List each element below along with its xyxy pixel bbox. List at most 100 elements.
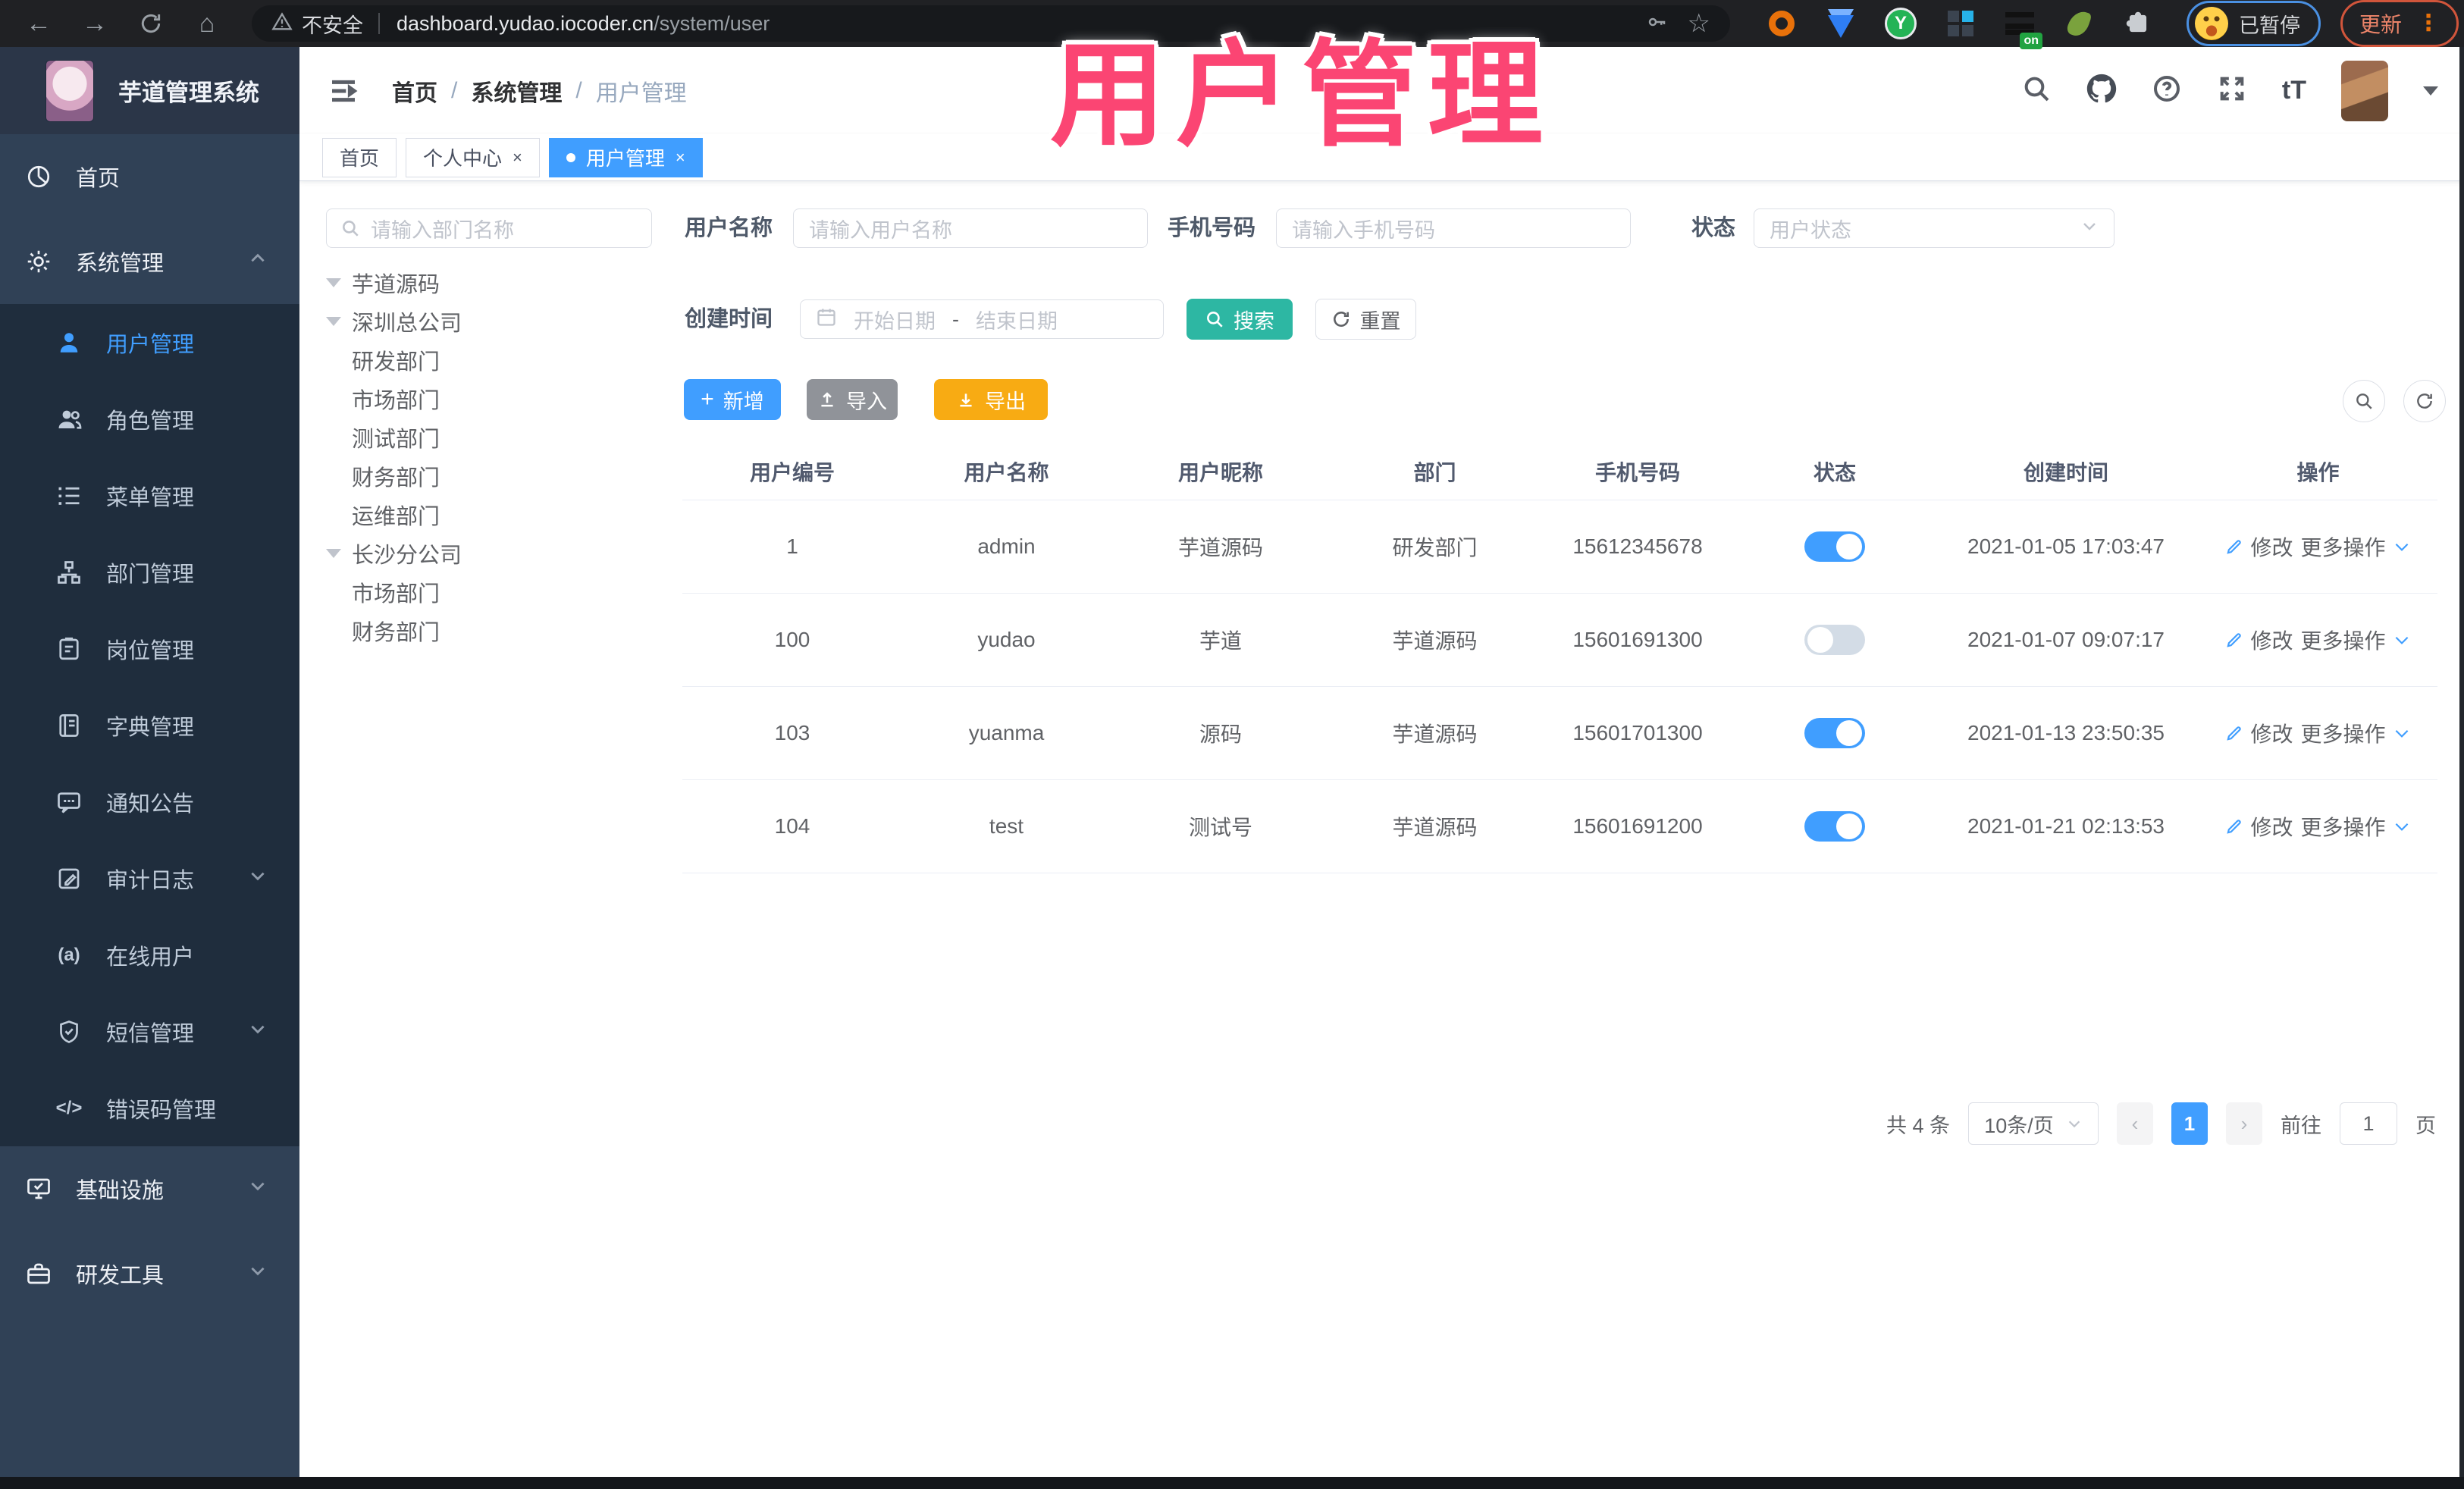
extension-grid-icon[interactable] xyxy=(1945,8,1976,39)
browser-home-icon[interactable]: ⌂ xyxy=(190,6,224,41)
import-button[interactable]: 导入 xyxy=(807,379,898,420)
next-page-button[interactable]: › xyxy=(2226,1102,2262,1145)
password-key-icon[interactable] xyxy=(1645,11,1668,37)
sidebar-item-notices[interactable]: 通知公告 xyxy=(0,763,299,840)
dept-search-input[interactable]: 请输入部门名称 xyxy=(326,208,652,248)
sidebar-item-home[interactable]: 首页 xyxy=(0,134,299,219)
prev-page-button[interactable]: ‹ xyxy=(2117,1102,2153,1145)
status-select[interactable]: 用户状态 xyxy=(1754,208,2114,248)
page-size-select[interactable]: 10条/页 xyxy=(1968,1102,2099,1145)
url-host[interactable]: dashboard.yudao.iocoder.cn xyxy=(397,12,654,36)
add-button[interactable]: + 新增 xyxy=(684,379,781,420)
extension-list-icon[interactable]: on xyxy=(2005,8,2042,49)
status-toggle[interactable] xyxy=(1804,811,1865,842)
pen-icon xyxy=(2227,820,2242,834)
font-size-icon[interactable]: tT xyxy=(2282,76,2306,105)
extension-green-icon[interactable]: Y xyxy=(1885,8,1917,39)
sidebar-item-posts[interactable]: 岗位管理 xyxy=(0,610,299,687)
sidebar-item-menus[interactable]: 菜单管理 xyxy=(0,457,299,534)
more-actions-dropdown[interactable]: 更多操作 xyxy=(2301,811,2412,842)
sidebar-item-dev-tools[interactable]: 研发工具 xyxy=(0,1231,299,1316)
code-icon: </> xyxy=(55,1097,83,1118)
help-icon[interactable] xyxy=(2152,74,2182,108)
browser-forward-icon[interactable]: → xyxy=(77,6,112,41)
username-label: 用户名称 xyxy=(685,216,773,240)
export-button[interactable]: 导出 xyxy=(934,379,1048,420)
tree-node[interactable]: 研发部门 xyxy=(326,340,675,379)
tab-profile[interactable]: 个人中心 × xyxy=(406,137,540,177)
username-input[interactable]: 请输入用户名称 xyxy=(793,208,1148,248)
extension-gem-icon[interactable] xyxy=(1826,8,1856,39)
bookmark-star-icon[interactable]: ☆ xyxy=(1688,8,1710,39)
mobile-input[interactable]: 请输入手机号码 xyxy=(1276,208,1631,248)
status-toggle[interactable] xyxy=(1804,718,1865,748)
github-icon[interactable] xyxy=(2086,74,2117,108)
sidebar-item-label: 部门管理 xyxy=(106,562,195,587)
id-badge-icon xyxy=(55,635,83,663)
tree-node[interactable]: 市场部门 xyxy=(326,379,675,418)
sidebar-item-sms[interactable]: 短信管理 xyxy=(0,993,299,1070)
not-secure-label[interactable]: 不安全 xyxy=(302,9,363,39)
tree-node[interactable]: 运维部门 xyxy=(326,495,675,534)
show-search-toggle-button[interactable] xyxy=(2343,380,2385,422)
close-tab-icon[interactable]: × xyxy=(513,148,522,168)
reset-button[interactable]: 重置 xyxy=(1315,299,1416,340)
tree-caret-icon[interactable] xyxy=(326,548,352,558)
not-secure-warning-icon xyxy=(271,11,293,36)
browser-menu-dots-icon[interactable]: ⋮ xyxy=(2417,12,2440,35)
status-toggle[interactable] xyxy=(1804,625,1865,655)
sidebar-item-error-codes[interactable]: </> 错误码管理 xyxy=(0,1070,299,1146)
refresh-table-button[interactable] xyxy=(2403,380,2446,422)
sidebar-item-dict[interactable]: 字典管理 xyxy=(0,687,299,763)
tree-node[interactable]: 财务部门 xyxy=(326,611,675,650)
more-actions-dropdown[interactable]: 更多操作 xyxy=(2301,718,2412,748)
tree-node[interactable]: 长沙分公司 xyxy=(326,534,675,572)
user-avatar[interactable] xyxy=(2341,60,2388,121)
tree-node[interactable]: 深圳总公司 xyxy=(326,302,675,340)
app-logo[interactable]: 芋道管理系统 xyxy=(0,47,299,134)
tree-caret-icon[interactable] xyxy=(326,277,352,287)
edit-link[interactable]: 修改 xyxy=(2224,625,2293,655)
edit-link[interactable]: 修改 xyxy=(2224,718,2293,748)
more-actions-dropdown[interactable]: 更多操作 xyxy=(2301,625,2412,655)
edit-link[interactable]: 修改 xyxy=(2224,531,2293,562)
page-1-button[interactable]: 1 xyxy=(2171,1102,2208,1145)
browser-reload-icon[interactable] xyxy=(133,6,168,41)
edit-link[interactable]: 修改 xyxy=(2224,811,2293,842)
tree-node[interactable]: 测试部门 xyxy=(326,418,675,456)
sidebar-item-roles[interactable]: 角色管理 xyxy=(0,381,299,457)
tree-caret-icon[interactable] xyxy=(326,316,352,326)
sidebar-item-system[interactable]: 系统管理 xyxy=(0,219,299,304)
search-button[interactable]: 搜索 xyxy=(1187,299,1293,340)
tree-node[interactable]: 财务部门 xyxy=(326,456,675,495)
hamburger-icon[interactable] xyxy=(327,76,360,106)
browser-profile-button[interactable]: 已暂停 xyxy=(2187,1,2321,46)
sidebar-item-departments[interactable]: 部门管理 xyxy=(0,534,299,610)
more-actions-dropdown[interactable]: 更多操作 xyxy=(2301,531,2412,562)
header-actions: tT xyxy=(2021,60,2438,121)
tree-node[interactable]: 芋道源码 xyxy=(326,263,675,302)
extension-leaf-icon[interactable] xyxy=(2064,8,2094,39)
extensions-puzzle-icon[interactable] xyxy=(2123,8,2153,39)
browser-update-button[interactable]: 更新 ⋮ xyxy=(2340,0,2459,47)
avatar-caret-down-icon[interactable] xyxy=(2423,86,2438,96)
tab-home[interactable]: 首页 xyxy=(322,137,397,177)
sidebar-item-online-users[interactable]: (a) 在线用户 xyxy=(0,917,299,993)
date-range-input[interactable]: 开始日期 - 结束日期 xyxy=(800,299,1164,339)
close-tab-icon[interactable]: × xyxy=(676,148,685,168)
goto-page-input[interactable]: 1 xyxy=(2340,1102,2397,1145)
fullscreen-icon[interactable] xyxy=(2217,74,2247,108)
tree-node[interactable]: 市场部门 xyxy=(326,572,675,611)
chevron-down-icon xyxy=(2068,1121,2080,1128)
sidebar-item-users[interactable]: 用户管理 xyxy=(0,304,299,381)
tab-user-management[interactable]: 用户管理 × xyxy=(548,137,703,177)
sidebar-item-infrastructure[interactable]: 基础设施 xyxy=(0,1146,299,1231)
breadcrumb-home[interactable]: 首页 xyxy=(392,74,437,108)
extension-ring-icon[interactable] xyxy=(1766,8,1797,39)
browser-back-icon[interactable]: ← xyxy=(21,6,56,41)
sidebar-item-audit-log[interactable]: 审计日志 xyxy=(0,840,299,917)
status-toggle[interactable] xyxy=(1804,531,1865,562)
sidebar-item-label: 用户管理 xyxy=(106,332,195,357)
search-icon[interactable] xyxy=(2021,74,2052,108)
breadcrumb-system[interactable]: 系统管理 xyxy=(471,74,562,108)
